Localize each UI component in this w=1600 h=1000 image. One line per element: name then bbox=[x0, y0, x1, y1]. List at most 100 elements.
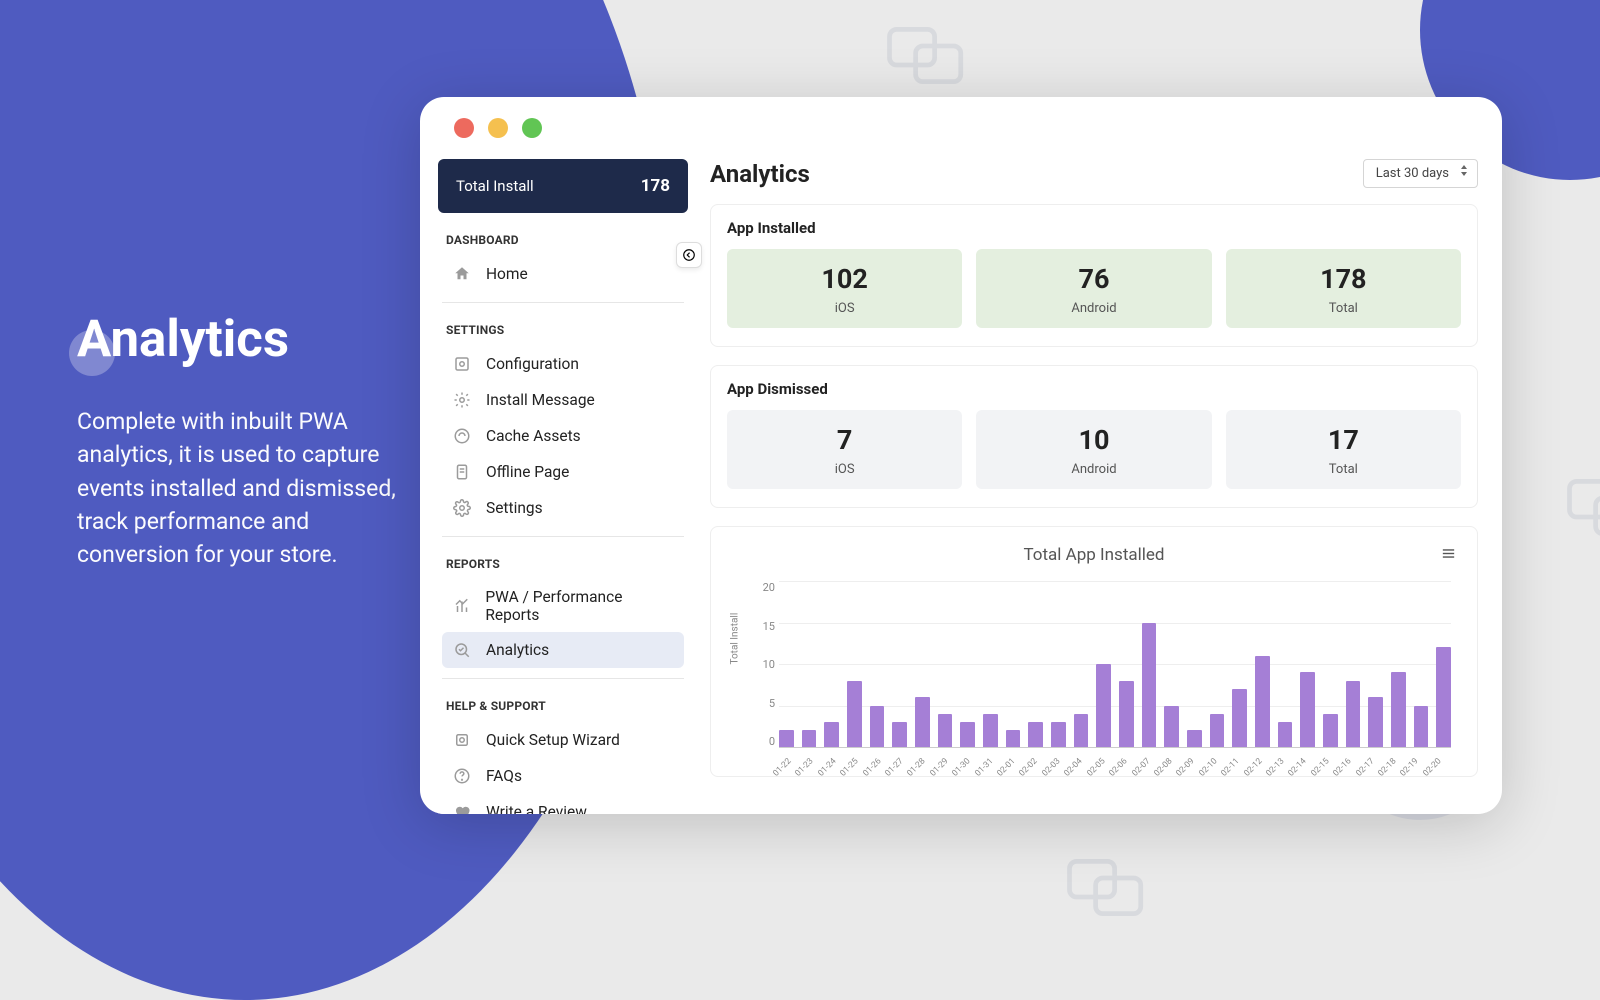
sidebar-item-faqs[interactable]: FAQs bbox=[442, 758, 684, 794]
sidebar-item-label: Quick Setup Wizard bbox=[486, 731, 620, 749]
y-tick-label: 10 bbox=[753, 658, 775, 671]
help-icon bbox=[452, 766, 472, 786]
sidebar-item-home[interactable]: Home bbox=[442, 256, 684, 292]
total-install-card: Total Install 178 bbox=[438, 159, 688, 213]
card-title: App Dismissed bbox=[727, 380, 1461, 398]
settings-icon bbox=[452, 498, 472, 518]
sidebar-item-label: Settings bbox=[486, 499, 543, 517]
card-title: App Installed bbox=[727, 219, 1461, 237]
y-tick-label: 5 bbox=[753, 697, 775, 710]
stat-label: Total bbox=[1226, 462, 1461, 477]
sidebar-item-label: Offline Page bbox=[486, 463, 569, 481]
app-installed-card: App Installed 102 iOS 76 Android 178 Tot… bbox=[710, 204, 1478, 347]
sidebar-collapse-button[interactable] bbox=[676, 242, 702, 268]
chart-bar bbox=[1232, 689, 1247, 747]
stat-total: 17 Total bbox=[1226, 410, 1461, 489]
divider bbox=[442, 678, 684, 679]
sidebar-item-label: Analytics bbox=[486, 641, 549, 659]
chart-bar bbox=[1414, 706, 1429, 748]
sidebar-item-label: Home bbox=[486, 265, 528, 283]
y-tick-label: 0 bbox=[753, 735, 775, 748]
y-ticks: 20 15 10 5 0 bbox=[753, 581, 775, 748]
sidebar-item-write-review[interactable]: Write a Review bbox=[442, 794, 684, 814]
stat-android: 76 Android bbox=[976, 249, 1211, 328]
section-help: HELP & SUPPORT bbox=[446, 699, 680, 713]
stat-total: 178 Total bbox=[1226, 249, 1461, 328]
hero-section: Analytics Complete with inbuilt PWA anal… bbox=[77, 310, 407, 572]
gear-icon bbox=[452, 390, 472, 410]
stat-value: 7 bbox=[727, 424, 962, 456]
sidebar-item-label: Cache Assets bbox=[486, 427, 581, 445]
chart-bars bbox=[779, 581, 1451, 747]
chart-bar bbox=[1436, 647, 1451, 747]
window-close-button[interactable] bbox=[454, 118, 474, 138]
divider bbox=[442, 302, 684, 303]
stat-value: 178 bbox=[1226, 263, 1461, 295]
stat-value: 102 bbox=[727, 263, 962, 295]
sidebar-item-settings[interactable]: Settings bbox=[442, 490, 684, 526]
chart-bar bbox=[1300, 672, 1315, 747]
y-tick-label: 15 bbox=[753, 620, 775, 633]
hero-title: Analytics bbox=[77, 310, 407, 369]
sidebar-item-label: Configuration bbox=[486, 355, 579, 373]
sidebar-item-quick-setup[interactable]: Quick Setup Wizard bbox=[442, 722, 684, 758]
hamburger-icon bbox=[1440, 545, 1457, 562]
chart-bar bbox=[1006, 730, 1021, 747]
watermark-icon bbox=[880, 18, 975, 93]
chart-menu-button[interactable] bbox=[1440, 545, 1457, 566]
section-dashboard: DASHBOARD bbox=[446, 233, 680, 247]
sidebar-item-offline-page[interactable]: Offline Page bbox=[442, 454, 684, 490]
chart-bar bbox=[1210, 714, 1225, 747]
sidebar-item-performance-reports[interactable]: PWA / Performance Reports bbox=[442, 580, 684, 632]
stat-label: Android bbox=[976, 301, 1211, 316]
chart-bar bbox=[1391, 672, 1406, 747]
cache-icon bbox=[452, 426, 472, 446]
chart-bar bbox=[802, 730, 817, 747]
window-maximize-button[interactable] bbox=[522, 118, 542, 138]
main-content: Analytics Last 30 days App Installed 102… bbox=[706, 159, 1484, 814]
chart-bar bbox=[1142, 623, 1157, 748]
sidebar-item-cache-assets[interactable]: Cache Assets bbox=[442, 418, 684, 454]
y-tick-label: 20 bbox=[753, 581, 775, 594]
page-icon bbox=[452, 462, 472, 482]
sidebar-item-analytics[interactable]: Analytics bbox=[442, 632, 684, 668]
chart-bar bbox=[1278, 722, 1293, 747]
period-select-value: Last 30 days bbox=[1376, 166, 1449, 181]
heart-icon bbox=[452, 802, 472, 814]
sidebar-item-label: Write a Review bbox=[486, 803, 587, 814]
chart-bar bbox=[824, 722, 839, 747]
chart-bar bbox=[1119, 681, 1134, 747]
chart-bar bbox=[983, 714, 998, 747]
chart-bar bbox=[779, 730, 794, 747]
chart-bar bbox=[1051, 722, 1066, 747]
chart-bar bbox=[938, 714, 953, 747]
bar-chart-icon bbox=[452, 596, 471, 616]
chart-bar bbox=[1096, 664, 1111, 747]
watermark-icon bbox=[1560, 470, 1600, 545]
x-tick-label: 02-20 bbox=[1421, 756, 1457, 792]
chart-bar bbox=[915, 697, 930, 747]
chart-bar bbox=[847, 681, 862, 747]
window-minimize-button[interactable] bbox=[488, 118, 508, 138]
window-titlebar bbox=[420, 97, 1502, 159]
stat-label: Total bbox=[1226, 301, 1461, 316]
sidebar-item-configuration[interactable]: Configuration bbox=[442, 346, 684, 382]
stat-value: 76 bbox=[976, 263, 1211, 295]
chart-bar bbox=[1323, 714, 1338, 747]
page-title: Analytics bbox=[710, 160, 810, 188]
section-settings: SETTINGS bbox=[446, 323, 680, 337]
chart-bar bbox=[1074, 714, 1089, 747]
config-icon bbox=[452, 354, 472, 374]
period-select[interactable]: Last 30 days bbox=[1363, 159, 1478, 188]
x-ticks: 01-2201-2301-2401-2501-2601-2701-2801-29… bbox=[779, 750, 1451, 778]
chart-plot bbox=[779, 581, 1451, 748]
stat-label: iOS bbox=[727, 462, 962, 477]
total-install-value: 178 bbox=[641, 176, 670, 196]
wizard-icon bbox=[452, 730, 472, 750]
sidebar-item-label: Install Message bbox=[486, 391, 595, 409]
sidebar-item-label: FAQs bbox=[486, 767, 522, 785]
stat-ios: 7 iOS bbox=[727, 410, 962, 489]
divider bbox=[442, 536, 684, 537]
watermark-icon bbox=[1060, 850, 1155, 925]
sidebar-item-install-message[interactable]: Install Message bbox=[442, 382, 684, 418]
